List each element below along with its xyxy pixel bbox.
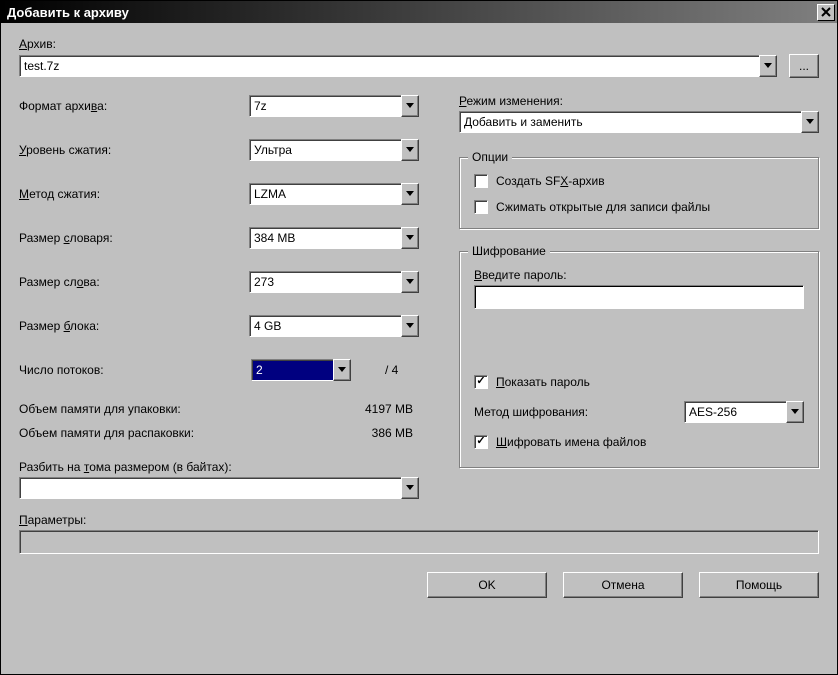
titlebar-title: Добавить к архиву	[7, 5, 815, 20]
encryption-groupbox: Шифрование Введите пароль: Показать паро…	[459, 251, 819, 468]
compress-open-checkbox-row[interactable]: Сжимать открытые для записи файлы	[474, 200, 804, 214]
compress-open-label: Сжимать открытые для записи файлы	[496, 200, 710, 214]
mem-unpack-label: Объем памяти для распаковки:	[19, 426, 372, 440]
chevron-down-icon	[791, 409, 799, 415]
sfx-checkbox[interactable]	[474, 174, 488, 188]
mem-unpack-value: 386 MB	[372, 426, 419, 440]
close-icon	[821, 7, 831, 17]
show-password-checkbox[interactable]	[474, 375, 488, 389]
method-label: Метод сжатия:	[19, 187, 249, 201]
chevron-down-icon	[406, 191, 414, 197]
threads-dropdown[interactable]: 2	[251, 359, 351, 381]
archive-name-value: test.7z	[19, 55, 759, 77]
ok-button[interactable]: OK	[427, 572, 547, 598]
word-label: Размер слова:	[19, 275, 249, 289]
params-input[interactable]	[19, 530, 819, 554]
chevron-down-icon	[406, 323, 414, 329]
dictionary-dropdown[interactable]: 384 MB	[249, 227, 419, 249]
archive-name-dropdown[interactable]: test.7z	[19, 55, 777, 77]
chevron-down-icon	[338, 367, 346, 373]
chevron-down-icon	[406, 103, 414, 109]
archive-dropdown-button[interactable]	[759, 55, 777, 77]
show-password-label: Показать пароль	[496, 375, 590, 389]
mem-pack-value: 4197 MB	[365, 402, 419, 416]
sfx-label: Создать SFX-архив	[496, 174, 605, 188]
mem-pack-label: Объем памяти для упаковки:	[19, 402, 365, 416]
help-button[interactable]: Помощь	[699, 572, 819, 598]
method-dropdown[interactable]: LZMA	[249, 183, 419, 205]
block-label: Размер блока:	[19, 319, 249, 333]
block-dropdown[interactable]: 4 GB	[249, 315, 419, 337]
encrypt-names-label: Шифровать имена файлов	[496, 435, 646, 449]
compress-open-checkbox[interactable]	[474, 200, 488, 214]
cancel-button[interactable]: Отмена	[563, 572, 683, 598]
level-label: Уровень сжатия:	[19, 143, 249, 157]
threads-label: Число потоков:	[19, 363, 251, 377]
archive-section: Архив: test.7z ...	[19, 37, 819, 78]
options-legend: Опции	[468, 150, 512, 164]
encryption-legend: Шифрование	[468, 244, 550, 258]
update-dropdown[interactable]: Добавить и заменить	[459, 111, 819, 133]
format-dropdown[interactable]: 7z	[249, 95, 419, 117]
split-dropdown[interactable]	[19, 477, 419, 499]
options-groupbox: Опции Создать SFX-архив Сжимать открытые…	[459, 157, 819, 229]
chevron-down-icon	[806, 119, 814, 125]
titlebar: Добавить к архиву	[1, 1, 837, 23]
right-column: Режим изменения: Добавить и заменить Опц…	[459, 94, 819, 499]
chevron-down-icon	[406, 235, 414, 241]
dialog-window: Добавить к архиву Архив: test.7z ... Фор…	[0, 0, 838, 675]
chevron-down-icon	[764, 63, 772, 69]
encrypt-names-checkbox-row[interactable]: Шифровать имена файлов	[474, 435, 804, 449]
encryption-method-label: Метод шифрования:	[474, 405, 674, 419]
chevron-down-icon	[406, 147, 414, 153]
close-button[interactable]	[817, 4, 835, 21]
sfx-checkbox-row[interactable]: Создать SFX-архив	[474, 174, 804, 188]
show-password-checkbox-row[interactable]: Показать пароль	[474, 375, 804, 389]
chevron-down-icon	[406, 485, 414, 491]
dialog-content: Архив: test.7z ... Формат архива: 7z	[1, 23, 837, 674]
word-dropdown[interactable]: 273	[249, 271, 419, 293]
split-label: Разбить на тома размером (в байтах):	[19, 460, 419, 474]
params-label: Параметры:	[19, 513, 819, 527]
footer-buttons: OK Отмена Помощь	[19, 572, 819, 598]
password-input[interactable]	[474, 285, 804, 309]
update-label: Режим изменения:	[459, 94, 819, 108]
encryption-method-dropdown[interactable]: AES-256	[684, 401, 804, 423]
format-label: Формат архива:	[19, 99, 249, 113]
chevron-down-icon	[406, 279, 414, 285]
encrypt-names-checkbox[interactable]	[474, 435, 488, 449]
left-column: Формат архива: 7z Уровень сжатия: Ультра	[19, 94, 419, 499]
archive-label: Архив:	[19, 37, 819, 51]
password-label: Введите пароль:	[474, 268, 804, 282]
level-dropdown[interactable]: Ультра	[249, 139, 419, 161]
browse-button[interactable]: ...	[789, 54, 819, 78]
threads-max: / 4	[385, 363, 398, 377]
dictionary-label: Размер словаря:	[19, 231, 249, 245]
